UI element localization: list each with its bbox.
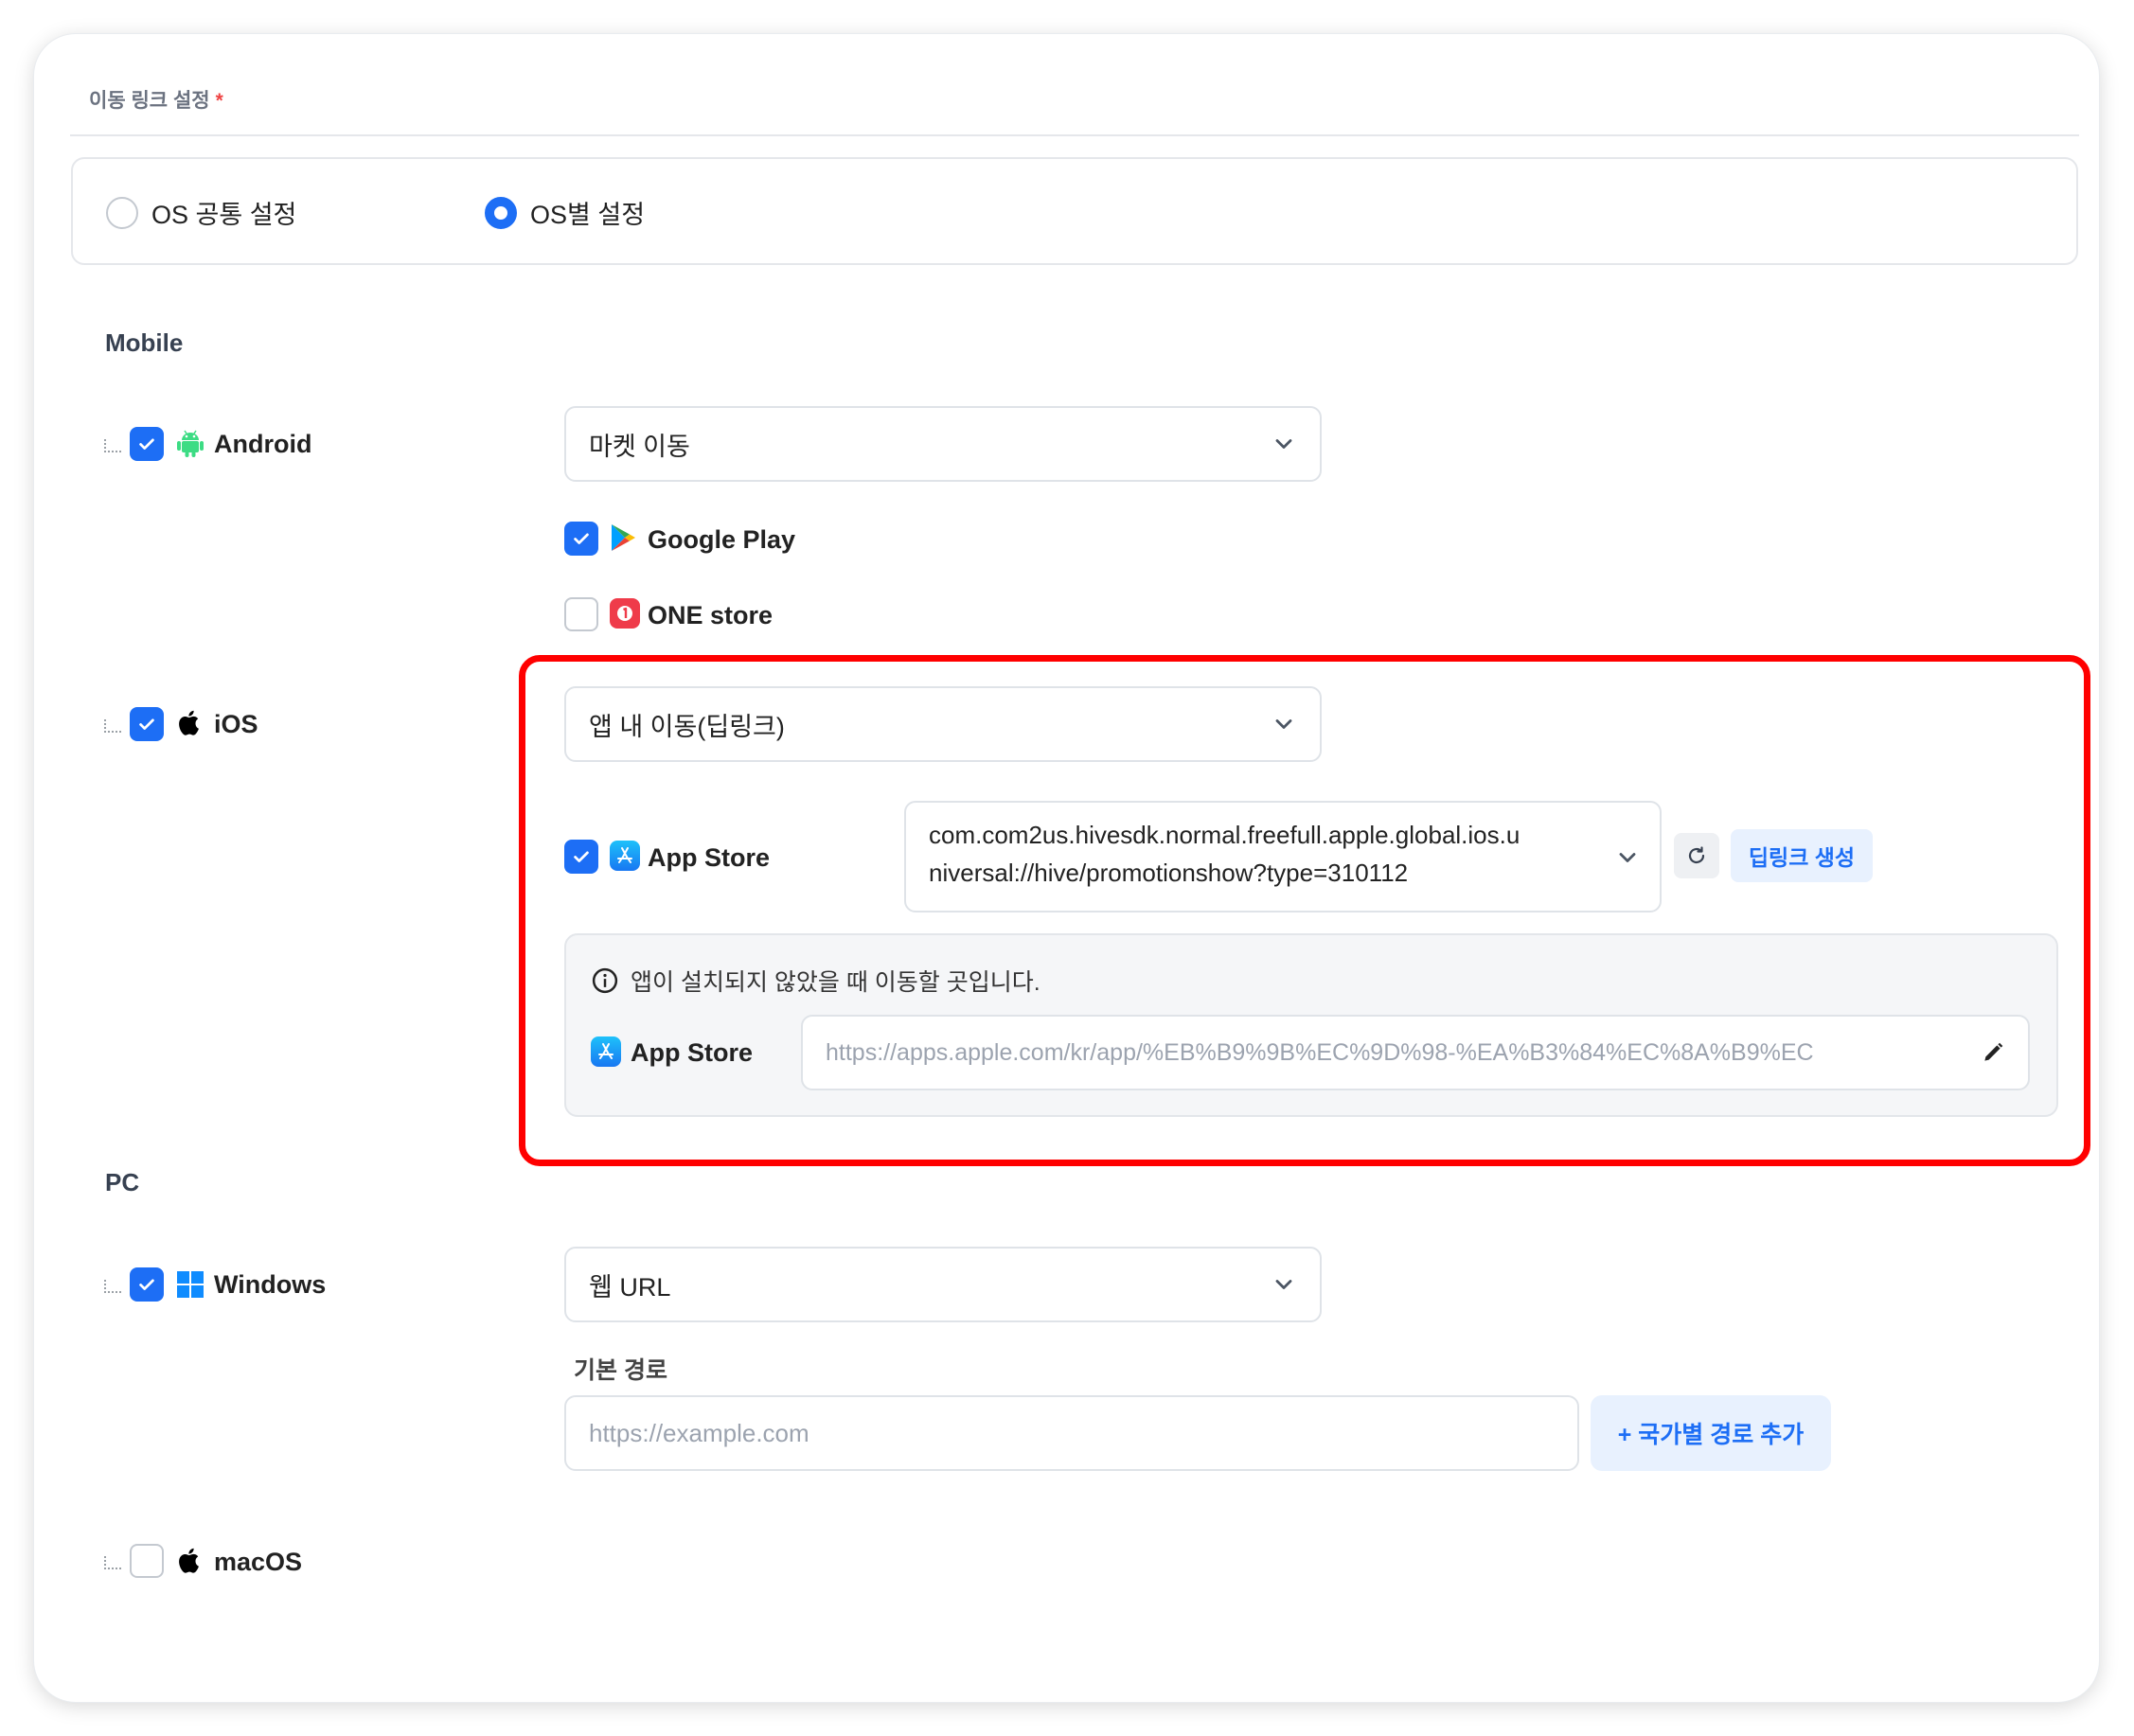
android-action-value: 마켓 이동	[589, 432, 690, 461]
divider	[70, 134, 2079, 136]
add-country-path-button[interactable]: + 국가별 경로 추가	[1591, 1395, 1831, 1471]
google-play-checkbox[interactable]	[564, 522, 598, 556]
deeplink-value-line1: com.com2us.hivesdk.normal.freefull.apple…	[929, 821, 1520, 849]
chevron-down-icon	[1275, 439, 1292, 449]
check-icon	[574, 533, 589, 544]
fallback-url-value: https://apps.apple.com/kr/app/%EB%B9%9B%…	[826, 1038, 1814, 1066]
radio-button-selected[interactable]	[485, 196, 517, 229]
app-store-checkbox[interactable]	[564, 840, 598, 874]
deeplink-value-line2: niversal://hive/promotionshow?type=31011…	[929, 859, 1409, 887]
tree-connector	[104, 719, 121, 733]
chevron-down-icon	[1619, 853, 1636, 862]
check-icon	[574, 851, 589, 862]
refresh-button[interactable]	[1674, 833, 1719, 878]
tree-connector	[104, 439, 121, 452]
ios-action-value: 앱 내 이동(딥링크)	[589, 712, 785, 741]
generate-deeplink-button[interactable]: 딥링크 생성	[1731, 829, 1873, 882]
ios-checkbox[interactable]	[130, 707, 164, 741]
section-title: 이동 링크 설정 *	[89, 90, 223, 112]
info-icon	[592, 967, 618, 994]
android-checkbox[interactable]	[130, 427, 164, 461]
windows-action-select[interactable]: 웹 URL	[564, 1247, 1322, 1322]
fallback-info: 앱이 설치되지 않았을 때 이동할 곳입니다.	[591, 964, 1040, 998]
one-store-icon	[610, 598, 640, 629]
windows-label: Windows	[214, 1270, 327, 1299]
windows-action-value: 웹 URL	[589, 1272, 671, 1302]
windows-icon	[176, 1270, 205, 1303]
one-store-checkbox[interactable]	[564, 597, 598, 631]
fallback-info-text: 앱이 설치되지 않았을 때 이동할 곳입니다.	[631, 969, 1040, 996]
pencil-icon[interactable]	[1981, 1040, 2005, 1065]
deeplink-select[interactable]: com.com2us.hivesdk.normal.freefull.apple…	[904, 801, 1662, 912]
check-icon	[139, 438, 154, 450]
radio-label-os-specific: OS별 설정	[530, 201, 646, 229]
android-label: Android	[214, 430, 312, 458]
radio-label-os-common: OS 공통 설정	[151, 201, 297, 229]
windows-checkbox[interactable]	[130, 1267, 164, 1302]
app-store-label: App Store	[648, 843, 771, 872]
google-play-label: Google Play	[648, 525, 796, 554]
macos-label: macOS	[214, 1548, 303, 1576]
base-path-label: 기본 경로	[574, 1357, 667, 1384]
android-action-select[interactable]: 마켓 이동	[564, 406, 1322, 482]
check-icon	[139, 1279, 154, 1290]
ios-action-select[interactable]: 앱 내 이동(딥링크)	[564, 686, 1322, 762]
check-icon	[139, 718, 154, 730]
chevron-down-icon	[1275, 719, 1292, 729]
macos-checkbox[interactable]	[130, 1544, 164, 1578]
chevron-down-icon	[1275, 1280, 1292, 1289]
mode-selector	[71, 157, 2078, 265]
group-title-pc: PC	[105, 1168, 140, 1196]
refresh-icon	[1688, 846, 1705, 864]
google-play-icon	[610, 523, 636, 558]
required-mark: *	[215, 90, 223, 112]
base-path-input[interactable]: https://example.com	[564, 1395, 1579, 1471]
tree-connector	[104, 1280, 121, 1293]
apple-icon	[177, 707, 204, 742]
fallback-url-input[interactable]: https://apps.apple.com/kr/app/%EB%B9%9B%…	[801, 1015, 2030, 1090]
app-store-icon	[610, 841, 640, 871]
app-store-icon	[591, 1036, 621, 1067]
apple-icon	[177, 1545, 204, 1580]
radio-os-common[interactable]: OS 공통 설정	[106, 194, 296, 231]
ios-label: iOS	[214, 710, 258, 738]
radio-button-unselected[interactable]	[106, 196, 138, 229]
group-title-mobile: Mobile	[105, 328, 184, 357]
one-store-label: ONE store	[648, 601, 774, 629]
tree-connector	[104, 1556, 121, 1569]
radio-os-specific[interactable]: OS별 설정	[485, 194, 645, 231]
fallback-store-label: App Store	[631, 1038, 754, 1067]
android-icon	[176, 428, 205, 463]
